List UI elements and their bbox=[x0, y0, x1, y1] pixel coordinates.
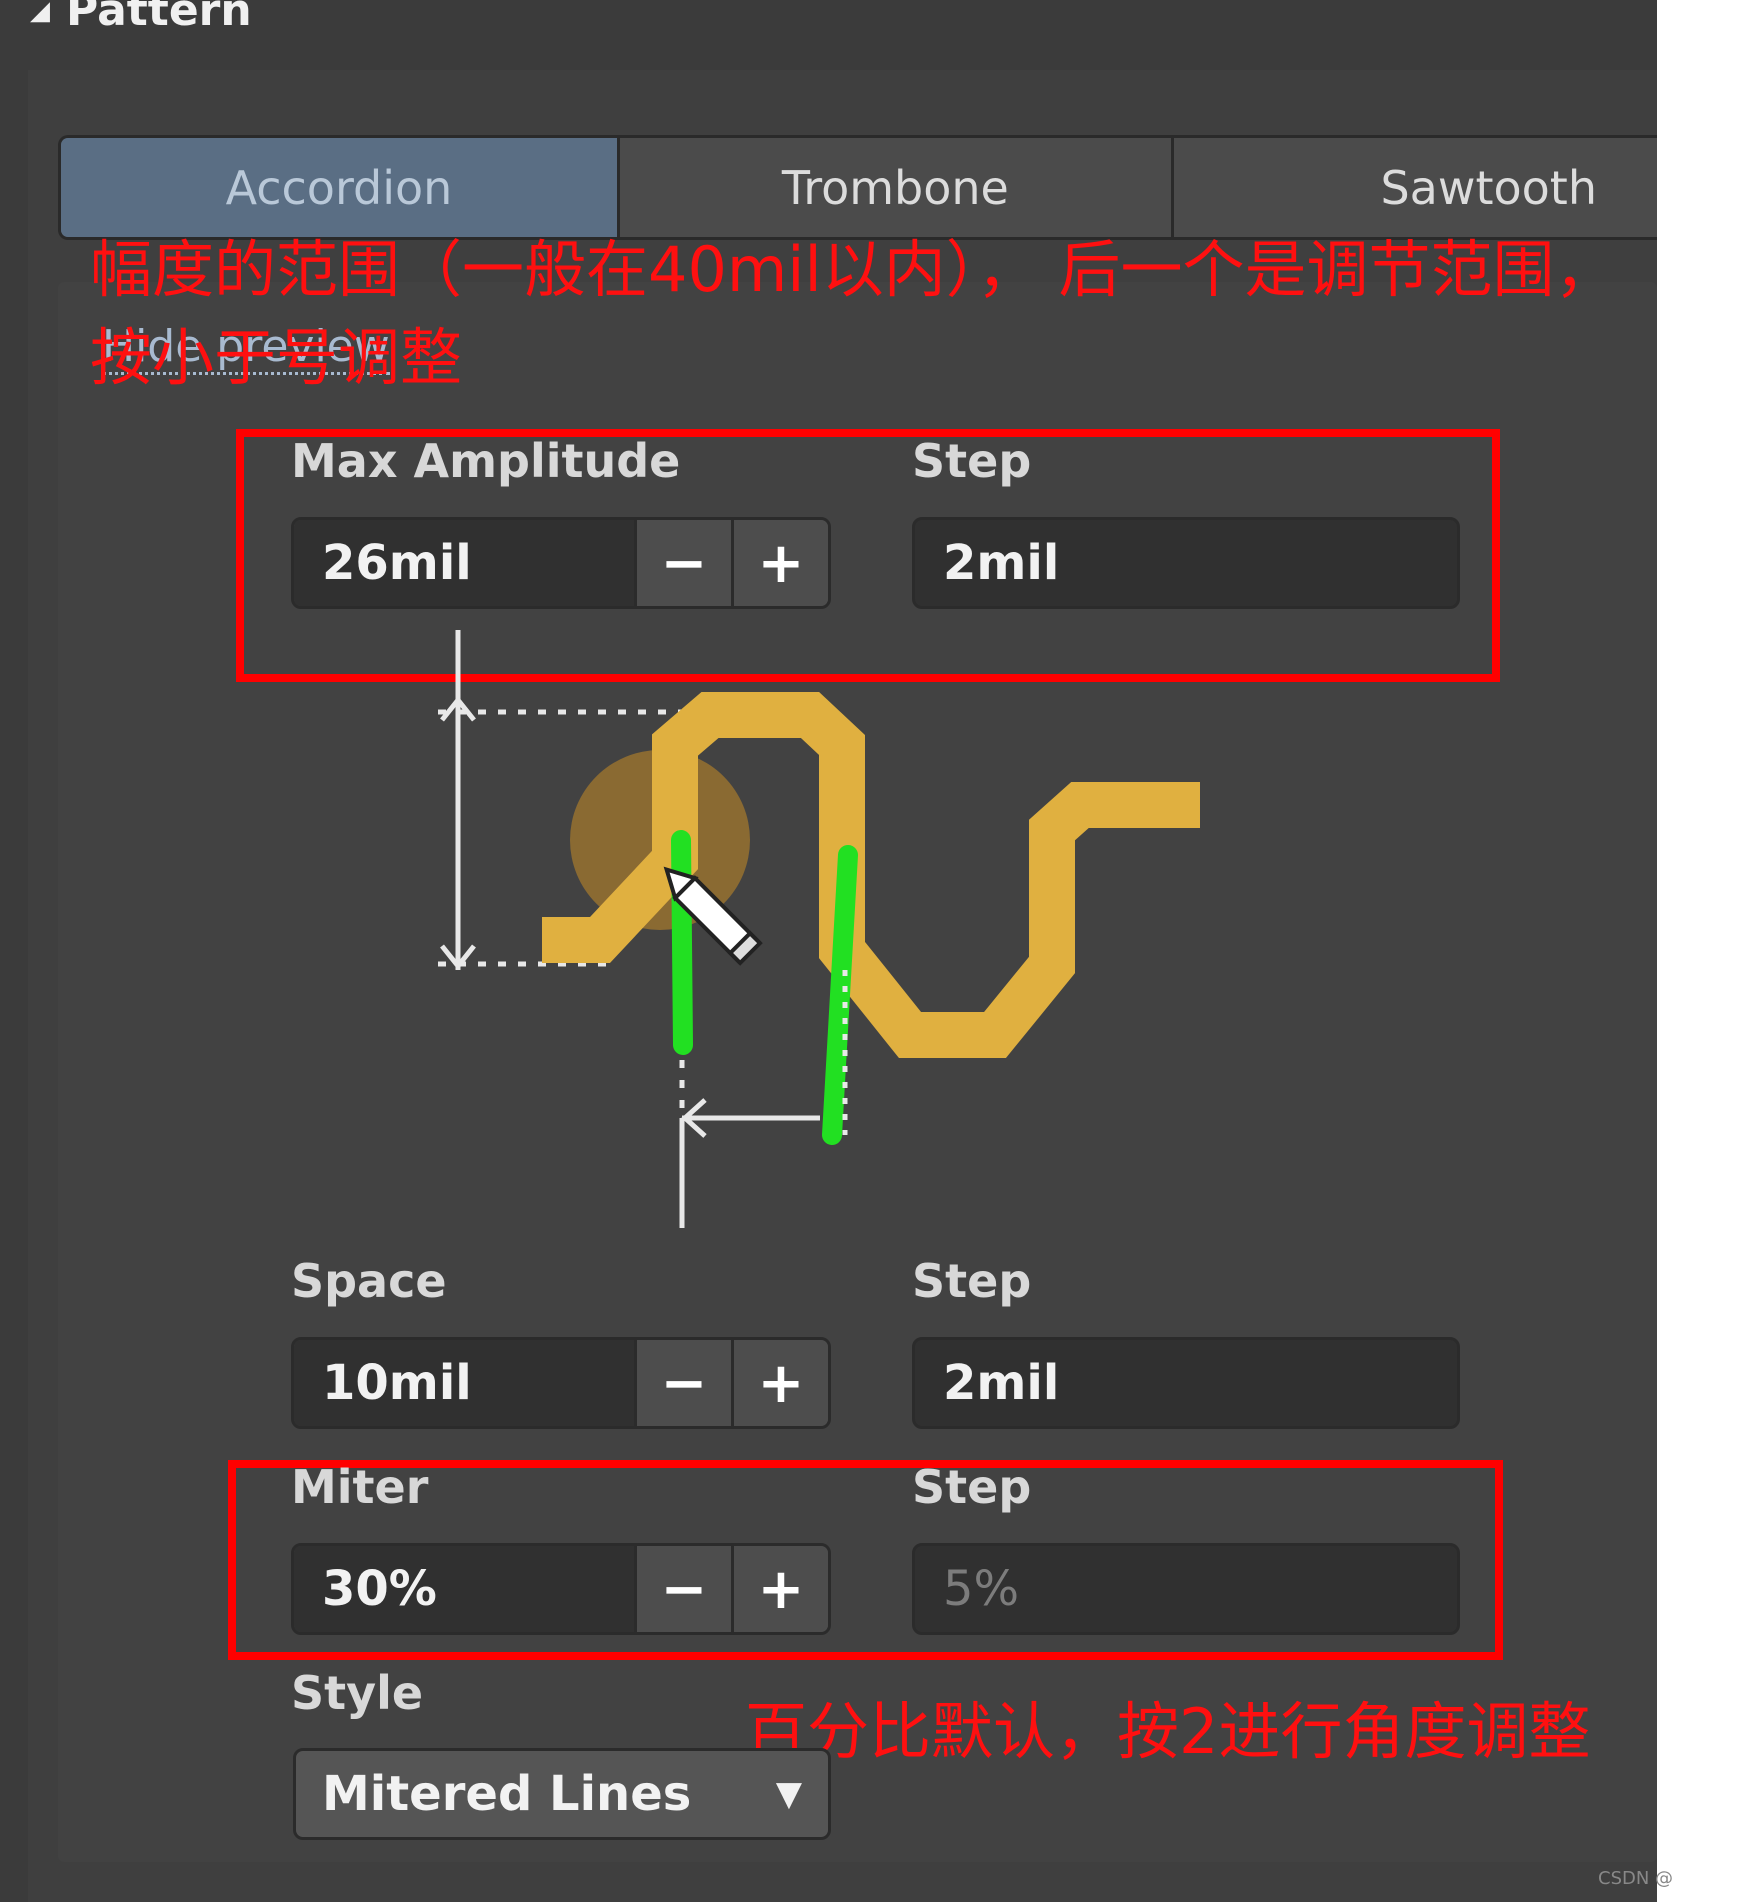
miter-minus-button[interactable]: − bbox=[634, 1546, 731, 1632]
amplitude-step-input[interactable]: 2mil bbox=[912, 517, 1460, 609]
space-input[interactable]: 10mil bbox=[294, 1340, 634, 1426]
tab-accordion[interactable]: Accordion bbox=[61, 138, 620, 237]
collapse-triangle-icon[interactable]: ◢ bbox=[30, 0, 50, 26]
style-dropdown-value: Mitered Lines bbox=[322, 1766, 692, 1822]
max-amplitude-stepper: 26mil − + bbox=[291, 517, 831, 609]
green-marker-left bbox=[671, 830, 693, 1055]
watermark: CSDN @ bbox=[1598, 1868, 1674, 1889]
chevron-down-icon: ▼ bbox=[775, 1774, 802, 1814]
max-amplitude-label: Max Amplitude bbox=[291, 434, 681, 488]
space-minus-button[interactable]: − bbox=[634, 1340, 731, 1426]
space-stepper: 10mil − + bbox=[291, 1337, 831, 1429]
amplitude-plus-button[interactable]: + bbox=[731, 520, 828, 606]
miter-stepper: 30% − + bbox=[291, 1543, 831, 1635]
miter-step-label: Step bbox=[912, 1460, 1032, 1514]
pattern-tabs: Accordion Trombone Sawtooth bbox=[58, 135, 1657, 240]
miter-label: Miter bbox=[291, 1460, 429, 1514]
miter-input[interactable]: 30% bbox=[294, 1546, 634, 1632]
tab-sawtooth[interactable]: Sawtooth bbox=[1173, 138, 1657, 237]
miter-plus-button[interactable]: + bbox=[731, 1546, 828, 1632]
style-label: Style bbox=[291, 1666, 424, 1720]
accordion-preview-diagram bbox=[438, 630, 1200, 1230]
amplitude-minus-button[interactable]: − bbox=[634, 520, 731, 606]
annotation-top-line1: 幅度的范围（一般在40mil以内）， 后一个是调节范围， bbox=[90, 233, 1617, 306]
space-step-input[interactable]: 2mil bbox=[912, 1337, 1460, 1429]
annotation-bottom: 百分比默认，按2进行角度调整 bbox=[745, 1695, 1591, 1768]
space-label: Space bbox=[291, 1254, 447, 1308]
max-amplitude-input[interactable]: 26mil bbox=[294, 520, 634, 606]
section-header[interactable]: ◢ Pattern bbox=[30, 0, 252, 36]
section-title: Pattern bbox=[66, 0, 252, 36]
miter-step-input[interactable]: 5% bbox=[912, 1543, 1460, 1635]
space-plus-button[interactable]: + bbox=[731, 1340, 828, 1426]
pattern-panel: ◢ Pattern Accordion Trombone Sawtooth Hid… bbox=[0, 0, 1657, 1902]
space-step-label: Step bbox=[912, 1254, 1032, 1308]
amplitude-step-label: Step bbox=[912, 434, 1032, 488]
annotation-top-line2: 按小于号调整 bbox=[90, 321, 463, 394]
style-dropdown[interactable]: Mitered Lines ▼ bbox=[293, 1748, 831, 1840]
tab-trombone[interactable]: Trombone bbox=[619, 138, 1174, 237]
